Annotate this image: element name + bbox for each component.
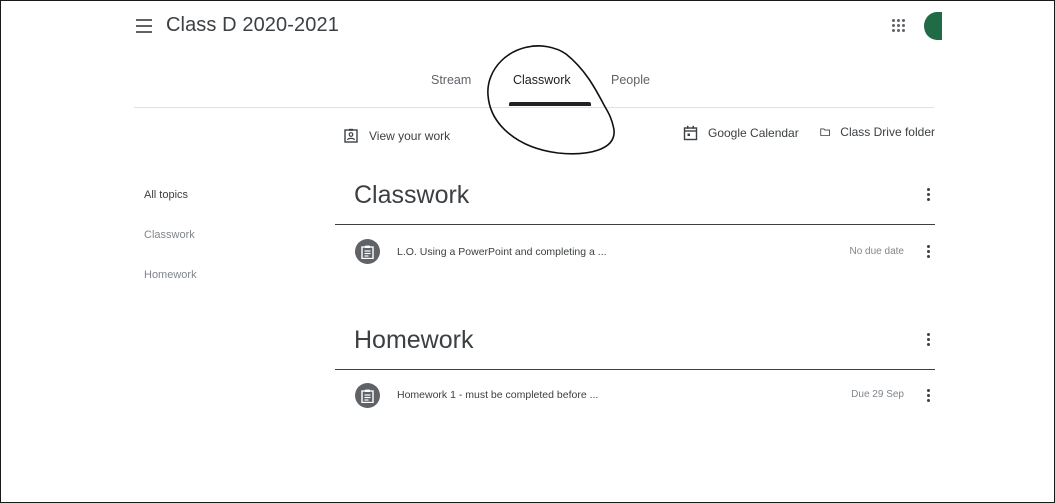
view-your-work-button[interactable]: View your work: [343, 128, 450, 144]
view-your-work-label: View your work: [369, 129, 451, 143]
active-tab-indicator: [509, 102, 591, 106]
viewport-clip: [942, 8, 962, 44]
class-title[interactable]: Class D 2020-2021: [166, 14, 339, 37]
classwork-item-title[interactable]: L.O. Using a PowerPoint and completing a…: [397, 246, 607, 258]
folder-icon: [820, 128, 830, 136]
tab-people[interactable]: People: [611, 73, 650, 87]
header-divider: [134, 107, 934, 108]
google-calendar-button[interactable]: Google Calendar: [683, 125, 799, 141]
item-more-options-icon[interactable]: [927, 245, 931, 260]
section-divider: [335, 224, 935, 225]
class-drive-folder-button[interactable]: Class Drive folder: [820, 125, 935, 139]
assignment-icon: [355, 383, 380, 408]
google-apps-grid-icon[interactable]: [892, 19, 905, 32]
sidebar-item-classwork[interactable]: Classwork: [144, 229, 195, 241]
homework-item-title[interactable]: Homework 1 - must be completed before ..…: [397, 389, 598, 401]
class-drive-folder-label: Class Drive folder: [840, 125, 935, 139]
assignment-icon: [355, 239, 380, 264]
homework-item-due-date: Due 29 Sep: [851, 389, 904, 400]
item-more-options-icon[interactable]: [927, 389, 931, 404]
section-title-homework: Homework: [354, 326, 474, 354]
google-calendar-label: Google Calendar: [708, 126, 799, 140]
hamburger-menu-icon[interactable]: [136, 19, 152, 33]
tab-stream[interactable]: Stream: [431, 73, 471, 87]
section-title-classwork: Classwork: [354, 181, 470, 209]
section-more-options-icon[interactable]: [927, 188, 931, 203]
classwork-item-due-date: No due date: [849, 246, 905, 257]
sidebar-item-homework[interactable]: Homework: [144, 269, 197, 281]
calendar-icon: [683, 125, 698, 141]
assignment-ind-icon: [344, 128, 358, 143]
tab-classwork[interactable]: Classwork: [513, 73, 571, 87]
section-more-options-icon[interactable]: [927, 333, 931, 348]
sidebar-item-all-topics[interactable]: All topics: [144, 189, 188, 201]
section-divider: [335, 369, 935, 370]
